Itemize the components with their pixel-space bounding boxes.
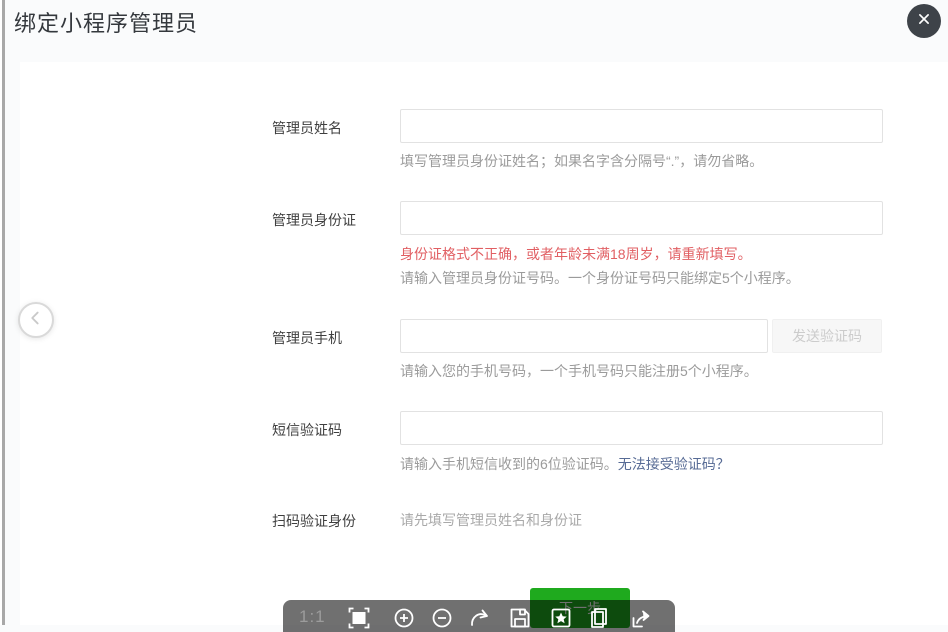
close-icon xyxy=(915,10,933,33)
admin-id-hint: 请输入管理员身份证号码。一个身份证号码只能绑定5个小程序。 xyxy=(400,269,800,288)
zoom-in-icon[interactable] xyxy=(392,606,416,630)
sms-code-input[interactable] xyxy=(400,411,883,445)
admin-name-hint: 填写管理员身份证姓名；如果名字含分隔号“.”，请勿省略。 xyxy=(400,152,763,171)
zoom-out-icon[interactable] xyxy=(430,606,454,630)
admin-id-label: 管理员身份证 xyxy=(272,210,356,230)
page-title: 绑定小程序管理员 xyxy=(14,6,198,38)
copy-icon[interactable] xyxy=(587,606,611,630)
left-edge-border xyxy=(2,0,5,625)
image-viewer-toolbar: 1:1 xyxy=(283,600,675,632)
close-button[interactable] xyxy=(907,4,941,38)
redo-icon[interactable] xyxy=(468,606,492,630)
admin-id-input[interactable] xyxy=(400,201,883,235)
admin-phone-hint: 请输入您的手机号码，一个手机号码只能注册5个小程序。 xyxy=(400,362,758,381)
admin-name-input[interactable] xyxy=(400,109,883,143)
scan-verify-label: 扫码验证身份 xyxy=(272,511,356,531)
actual-size-icon[interactable]: 1:1 xyxy=(299,607,326,627)
back-button[interactable] xyxy=(18,302,54,338)
sms-code-hint: 请输入手机短信收到的6位验证码。无法接受验证码？ xyxy=(400,455,730,474)
favorite-icon[interactable] xyxy=(549,606,573,630)
fit-to-window-icon[interactable] xyxy=(347,606,371,630)
save-icon[interactable] xyxy=(508,606,532,630)
admin-phone-input[interactable] xyxy=(400,319,768,353)
scan-verify-text: 请先填写管理员姓名和身份证 xyxy=(400,511,582,530)
cannot-receive-code-link[interactable]: 无法接受验证码？ xyxy=(618,456,730,472)
admin-phone-label: 管理员手机 xyxy=(272,328,342,348)
send-code-button[interactable]: 发送验证码 xyxy=(772,319,882,353)
admin-name-label: 管理员姓名 xyxy=(272,118,342,138)
sms-code-label: 短信验证码 xyxy=(272,420,342,440)
chevron-left-icon xyxy=(26,308,46,333)
sms-code-hint-text: 请输入手机短信收到的6位验证码。 xyxy=(400,456,618,472)
admin-id-error: 身份证格式不正确，或者年龄未满18周岁，请重新填写。 xyxy=(400,245,752,264)
share-icon[interactable] xyxy=(630,606,654,630)
